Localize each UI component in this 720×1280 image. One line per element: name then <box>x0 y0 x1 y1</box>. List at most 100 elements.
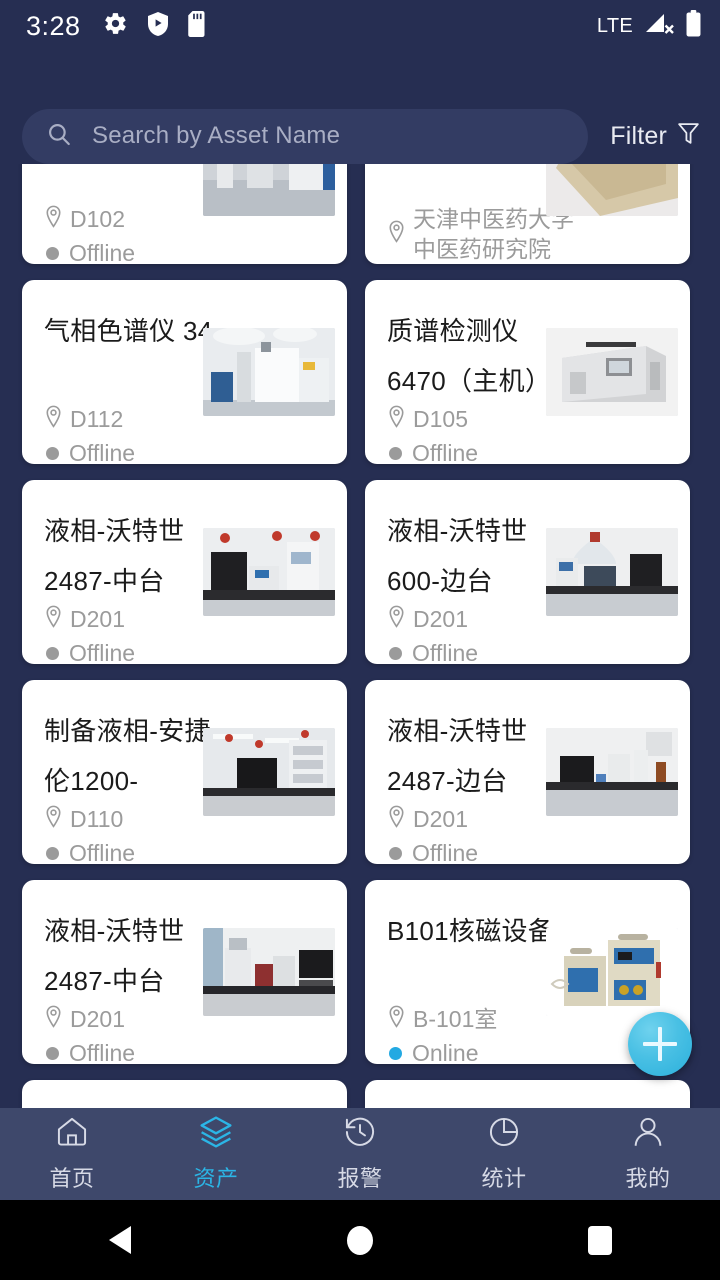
home-button[interactable] <box>300 1225 420 1255</box>
person-icon <box>631 1115 665 1154</box>
location-pin-icon <box>387 220 406 248</box>
status-dot <box>389 846 402 860</box>
asset-title: 液相-沃特世2487-中台 <box>44 516 185 596</box>
status-right-icons: LTE <box>597 10 702 42</box>
asset-location: D105 <box>413 406 468 432</box>
location-pin-icon <box>44 805 63 833</box>
back-button[interactable] <box>60 1226 180 1254</box>
nav-item-assets[interactable]: 资产 <box>144 1115 288 1193</box>
asset-card[interactable]: 气相色谱仪 34 D112 Offline <box>22 280 347 464</box>
asset-thumbnail <box>203 928 335 1016</box>
bottom-navigation: 首页 资产 报警 统计 我的 <box>0 1108 720 1200</box>
location-pin-icon <box>44 205 63 233</box>
plus-icon <box>643 1027 677 1061</box>
status-dot <box>46 246 59 260</box>
asset-grid: D102 Offline 天津中医药大学中医药研究院 气相色谱仪 34 D112… <box>0 164 720 1112</box>
search-placeholder: Search by Asset Name <box>92 122 341 149</box>
asset-title: 制备液相-安捷伦1200- <box>44 716 211 796</box>
filter-button[interactable]: Filter <box>610 121 700 151</box>
asset-card[interactable]: 液相-沃特世600-边台 D201 Offline <box>365 480 690 664</box>
asset-thumbnail <box>203 728 335 816</box>
asset-location: D201 <box>70 1006 125 1032</box>
network-type-label: LTE <box>596 14 633 37</box>
status-left-icons <box>103 10 208 42</box>
nav-item-profile[interactable]: 我的 <box>576 1115 720 1193</box>
nav-item-home[interactable]: 首页 <box>0 1115 144 1193</box>
gear-icon <box>103 11 128 41</box>
asset-location: D110 <box>70 806 124 832</box>
asset-status: Offline <box>69 440 136 464</box>
asset-thumbnail <box>546 928 678 1016</box>
battery-full-icon <box>685 10 702 42</box>
asset-card[interactable]: 制备液相-安捷伦1200- D110 Offline <box>22 680 347 864</box>
asset-status: Offline <box>69 1040 136 1064</box>
history-alarm-icon <box>343 1115 377 1154</box>
asset-status-row: Offline <box>44 838 331 864</box>
asset-location: D102 <box>70 206 125 232</box>
android-system-nav <box>0 1200 720 1280</box>
asset-location: D201 <box>413 606 468 632</box>
recents-square-icon <box>588 1225 612 1255</box>
asset-status: Offline <box>69 640 136 664</box>
add-asset-fab[interactable] <box>628 1012 692 1076</box>
asset-card[interactable]: 天津中医药大学中医药研究院 Online <box>365 164 690 264</box>
asset-card[interactable]: 液相-沃特世2487-中台 D201 Offline <box>22 480 347 664</box>
asset-thumbnail <box>546 164 678 216</box>
asset-card[interactable]: D102 Offline <box>22 164 347 264</box>
status-dot <box>389 446 402 460</box>
asset-title: 液相-沃特世2487-中台 <box>44 916 185 996</box>
nav-label-alarms: 报警 <box>337 1166 383 1191</box>
filter-label: Filter <box>610 121 667 150</box>
status-dot <box>46 646 59 660</box>
asset-thumbnail <box>546 328 678 416</box>
shield-play-icon <box>146 11 170 42</box>
asset-thumbnail <box>203 528 335 616</box>
status-clock: 3:28 <box>26 10 81 41</box>
nav-item-statistics[interactable]: 统计 <box>432 1115 576 1193</box>
asset-location: B-101室 <box>413 1006 498 1032</box>
asset-location: D201 <box>70 606 125 632</box>
asset-title: 质谱检测仪6470（主机） <box>387 316 552 396</box>
asset-title: 液相-沃特世2487-边台 <box>387 716 528 796</box>
status-dot <box>46 1046 59 1060</box>
asset-title: 液相-沃特世600-边台 <box>387 516 528 596</box>
asset-status-row: Offline <box>387 438 674 464</box>
location-pin-icon <box>44 605 63 633</box>
status-dot <box>389 1046 402 1060</box>
asset-thumbnail <box>203 328 335 416</box>
asset-card[interactable]: 液相-沃特世2487-中台 D201 Offline <box>22 880 347 1064</box>
asset-thumbnail <box>546 528 678 616</box>
app-screen: 3:28 LTE Search by Asset Name Filter D10… <box>0 0 720 1280</box>
home-circle-icon <box>347 1225 373 1255</box>
asset-card[interactable]: 液相-沃特世2487-边台 D201 Offline <box>365 680 690 864</box>
asset-status-row: Offline <box>387 838 674 864</box>
asset-list[interactable]: D102 Offline 天津中医药大学中医药研究院 气相色谱仪 34 D112… <box>0 164 720 1112</box>
asset-title <box>387 164 557 202</box>
status-dot <box>46 446 59 460</box>
asset-status-row: Offline <box>44 638 331 664</box>
asset-status: Offline <box>412 640 479 664</box>
location-pin-icon <box>387 605 406 633</box>
nav-item-alarms[interactable]: 报警 <box>288 1115 432 1193</box>
recents-button[interactable] <box>540 1225 660 1255</box>
asset-status: Offline <box>69 840 136 864</box>
status-dot <box>46 846 59 860</box>
location-pin-icon <box>44 1005 63 1033</box>
search-row: Search by Asset Name Filter <box>0 108 720 164</box>
funnel-icon <box>677 121 700 151</box>
asset-status: Offline <box>412 440 479 464</box>
asset-status: Offline <box>69 240 136 264</box>
pie-chart-icon <box>487 1115 521 1154</box>
search-icon <box>46 121 72 152</box>
nav-label-home: 首页 <box>49 1166 95 1191</box>
nav-label-profile: 我的 <box>625 1166 671 1191</box>
asset-location: D112 <box>70 406 124 432</box>
asset-card[interactable]: 质谱检测仪6470（主机） D105 Offline <box>365 280 690 464</box>
status-bar: 3:28 LTE <box>0 0 720 52</box>
signal-off-icon <box>644 11 674 42</box>
home-icon <box>55 1115 89 1154</box>
status-dot <box>389 646 402 660</box>
location-pin-icon <box>387 1005 406 1033</box>
asset-location: D201 <box>413 806 468 832</box>
search-input[interactable]: Search by Asset Name <box>22 108 589 164</box>
